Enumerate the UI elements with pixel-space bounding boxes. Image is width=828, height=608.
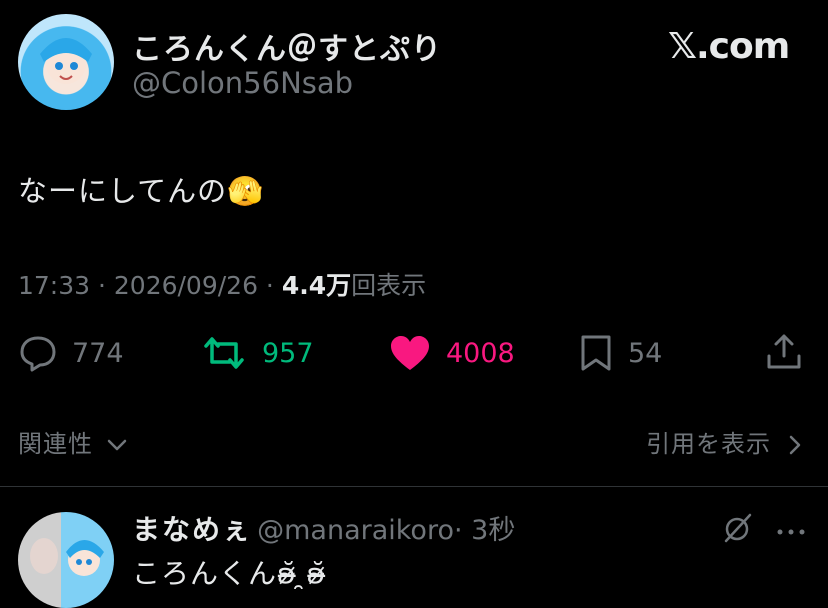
retweet-button[interactable]: 957 [200,334,314,372]
reply-time: · 3秒 [453,515,516,546]
relevance-label: 関連性 [18,430,93,458]
heart-icon [391,336,429,370]
reply-text: ころんくんʚ̴̶̷̆ ̯ʚ̴̶̷̆ [132,552,326,592]
relevance-sort-toggle[interactable]: 関連性 [18,424,128,459]
chevron-right-icon [789,435,800,455]
share-button[interactable] [764,332,804,376]
reply-author-avatar[interactable] [18,512,114,608]
grok-button[interactable] [722,512,754,548]
like-button[interactable]: 4008 [388,334,515,372]
avatar-illustration [40,38,92,84]
bookmark-count: 54 [628,337,663,369]
reply-avatar-illustration [30,538,104,576]
peeking-face-emoji: 🫣 [227,174,265,208]
reply-count: 774 [72,337,124,369]
reply-text-body: ころんくん [132,557,278,590]
tweet-text-body: なーにしてんの [18,174,228,208]
bookmark-button[interactable]: 54 [578,334,662,372]
chevron-down-icon [107,439,126,451]
tweet-timestamp[interactable]: 17:33 · 2026/09/26 · [18,271,282,300]
author-handle[interactable]: @Colon56Nsab [132,66,353,100]
more-options-button[interactable] [776,522,806,541]
view-quotes-label: 引用を表示 [646,430,771,458]
reply-icon [20,336,56,372]
more-dots-icon [777,529,805,535]
grok-icon [724,513,752,543]
reply-header: まなめぇ @manaraikoro· 3秒 [132,508,515,548]
reply-kaomoji: ʚ̴̶̷̆ ̯ʚ̴̶̷̆ [277,557,327,590]
retweet-count: 957 [262,337,314,369]
section-divider [0,486,828,487]
reply-author-handle[interactable]: @manaraikoro [257,515,454,546]
tweet-meta: 17:33 · 2026/09/26 · 4.4万回表示 [18,266,426,302]
tweet-text: なーにしてんの🫣 [18,168,264,210]
views-label: 回表示 [351,271,427,300]
like-count: 4008 [446,337,515,369]
x-brand-logo: 𝕏.com [668,26,790,67]
share-icon [767,334,801,369]
author-avatar[interactable] [18,14,114,110]
retweet-icon [204,337,244,369]
reply-button[interactable]: 774 [18,334,124,372]
author-display-name[interactable]: ころんくん＠すとぷり [132,24,442,68]
reply-author-name[interactable]: まなめぇ [132,513,252,546]
views-count: 4.4万 [281,271,352,300]
bookmark-icon [581,335,611,371]
view-quotes-link[interactable]: 引用を表示 [646,424,802,459]
